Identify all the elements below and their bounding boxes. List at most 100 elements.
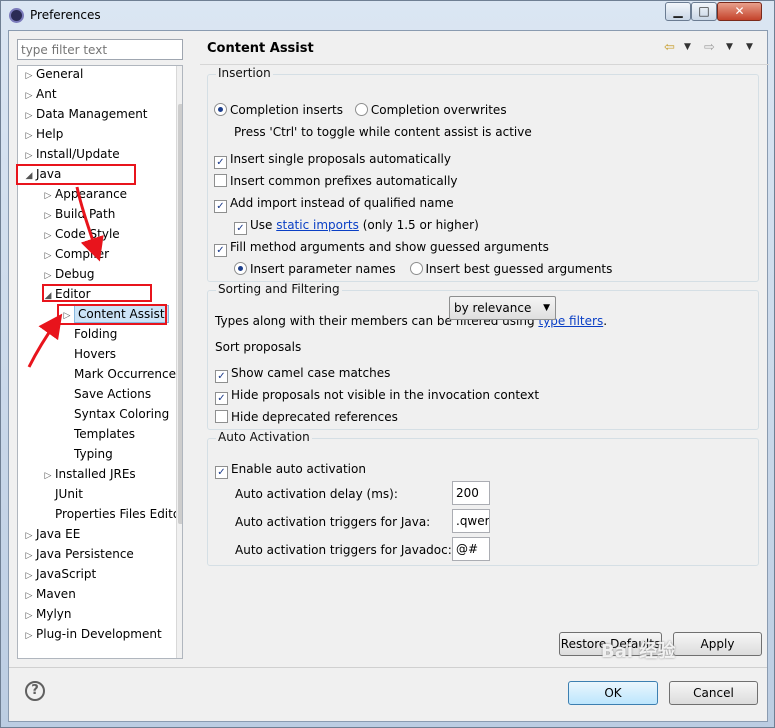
show-camel-box[interactable]: ✓ bbox=[215, 370, 228, 383]
hide-deprecated-box[interactable] bbox=[215, 410, 228, 423]
hide-deprecated-checkbox[interactable]: Hide deprecated references bbox=[215, 408, 398, 426]
tree-item-syntax-coloring[interactable]: Syntax Coloring bbox=[60, 404, 169, 424]
insert-best-guessed-radio[interactable]: Insert best guessed arguments bbox=[409, 262, 612, 276]
back-arrow-icon[interactable]: ⇦ bbox=[664, 40, 675, 55]
tree-item-javascript[interactable]: ▷ JavaScript bbox=[22, 564, 97, 586]
tree-item-typing[interactable]: Typing bbox=[60, 444, 113, 464]
collapsed-arrow-icon[interactable]: ▷ bbox=[22, 106, 36, 126]
tree-item-save-actions[interactable]: Save Actions bbox=[60, 384, 151, 404]
radio-overwrites-indicator[interactable] bbox=[354, 103, 368, 116]
tree-item-mark-occurrences[interactable]: Mark Occurrences bbox=[60, 364, 182, 384]
collapsed-arrow-icon[interactable]: ▷ bbox=[22, 606, 36, 626]
help-icon[interactable]: ? bbox=[25, 681, 45, 701]
cancel-button[interactable]: Cancel bbox=[669, 681, 758, 705]
enable-auto-box[interactable]: ✓ bbox=[215, 466, 228, 479]
collapsed-arrow-icon[interactable]: ▷ bbox=[41, 246, 55, 266]
collapsed-arrow-icon[interactable]: ▷ bbox=[22, 586, 36, 606]
tree-item-build-path[interactable]: ▷ Build Path bbox=[41, 204, 116, 226]
maximize-button[interactable]: □ bbox=[691, 2, 717, 21]
insert-common-box[interactable] bbox=[214, 174, 227, 187]
minimize-button[interactable]: ▁ bbox=[665, 2, 691, 21]
collapsed-arrow-icon[interactable]: ▷ bbox=[22, 566, 36, 586]
tree-item-general[interactable]: ▷ General bbox=[22, 66, 84, 86]
collapsed-arrow-icon[interactable]: ▷ bbox=[22, 146, 36, 166]
use-static-box[interactable]: ✓ bbox=[234, 222, 247, 235]
collapsed-arrow-icon[interactable]: ▷ bbox=[41, 206, 55, 226]
collapsed-arrow-icon[interactable]: ▷ bbox=[22, 86, 36, 106]
forward-menu-icon[interactable]: ▼ bbox=[726, 42, 733, 52]
tree-item-ant[interactable]: ▷ Ant bbox=[22, 84, 57, 104]
tree-item-java-persistence[interactable]: ▷ Java Persistence bbox=[22, 544, 134, 564]
javadoc-triggers-input[interactable]: @# bbox=[452, 537, 490, 561]
tree-item-hovers[interactable]: Hovers bbox=[60, 344, 116, 364]
collapsed-arrow-icon[interactable]: ▷ bbox=[22, 126, 36, 146]
apply-button[interactable]: Apply bbox=[673, 632, 762, 656]
show-camel-checkbox[interactable]: ✓ Show camel case matches bbox=[215, 364, 390, 383]
view-menu-icon[interactable]: ▼ bbox=[746, 42, 753, 52]
static-imports-link[interactable]: static imports bbox=[276, 218, 359, 232]
tree-item-junit[interactable]: JUnit bbox=[41, 484, 83, 504]
collapsed-arrow-icon[interactable]: ▷ bbox=[60, 306, 74, 326]
fill-method-box[interactable]: ✓ bbox=[214, 244, 227, 257]
back-menu-icon[interactable]: ▼ bbox=[684, 42, 691, 52]
tree-item-help[interactable]: ▷ Help bbox=[22, 124, 64, 146]
auto-delay-input[interactable]: 200 bbox=[452, 481, 490, 505]
use-static-prefix: Use bbox=[250, 218, 273, 232]
enable-auto-checkbox[interactable]: ✓ Enable auto activation bbox=[215, 460, 366, 479]
collapsed-arrow-icon[interactable]: ▷ bbox=[22, 66, 36, 86]
hide-not-visible-box[interactable]: ✓ bbox=[215, 392, 228, 405]
collapsed-arrow-icon[interactable]: ▷ bbox=[41, 466, 55, 486]
collapsed-arrow-icon[interactable]: ▷ bbox=[41, 266, 55, 286]
tree-item-mylyn[interactable]: ▷ Mylyn bbox=[22, 604, 72, 624]
collapsed-arrow-icon[interactable]: ▷ bbox=[41, 186, 55, 206]
collapsed-arrow-icon[interactable]: ▷ bbox=[22, 526, 36, 546]
sort-proposals-select[interactable]: by relevance ▼ bbox=[449, 296, 556, 320]
tree-item-maven[interactable]: ▷ Maven bbox=[22, 584, 76, 604]
tree-item-compiler[interactable]: ▷ Compiler bbox=[41, 244, 109, 264]
add-import-box[interactable]: ✓ bbox=[214, 200, 227, 213]
collapsed-arrow-icon[interactable]: ▷ bbox=[22, 626, 36, 646]
add-import-checkbox[interactable]: ✓ Add import instead of qualified name bbox=[214, 194, 454, 213]
title-bar[interactable]: Preferences ▁ □ ✕ bbox=[1, 1, 774, 29]
tree-item-templates[interactable]: Templates bbox=[60, 424, 135, 444]
collapsed-arrow-icon[interactable]: ▷ bbox=[41, 226, 55, 246]
use-static-checkbox[interactable]: ✓ Use static imports (only 1.5 or higher) bbox=[234, 216, 479, 235]
tree-item-java[interactable]: ◢ Java bbox=[22, 164, 62, 186]
tree-scroll-thumb[interactable] bbox=[178, 104, 182, 524]
completion-inserts-radio[interactable]: Completion inserts bbox=[214, 103, 343, 117]
tree-item-properties-files-editor[interactable]: Properties Files Editor bbox=[41, 504, 182, 524]
hide-not-visible-checkbox[interactable]: ✓ Hide proposals not visible in the invoc… bbox=[215, 386, 540, 405]
splitter-sash[interactable] bbox=[190, 31, 200, 671]
ok-button[interactable]: OK bbox=[568, 681, 658, 705]
insert-single-checkbox[interactable]: ✓ Insert single proposals automatically bbox=[214, 150, 451, 169]
expanded-arrow-icon[interactable]: ◢ bbox=[41, 286, 55, 306]
fill-method-checkbox[interactable]: ✓ Fill method arguments and show guessed … bbox=[214, 238, 549, 257]
hide-not-visible-label: Hide proposals not visible in the invoca… bbox=[231, 388, 540, 402]
close-button[interactable]: ✕ bbox=[717, 2, 762, 21]
radio-inserts-indicator[interactable] bbox=[214, 103, 227, 116]
insert-common-checkbox[interactable]: Insert common prefixes automatically bbox=[214, 172, 458, 190]
insert-single-box[interactable]: ✓ bbox=[214, 156, 227, 169]
tree-item-content-assist[interactable]: ▷ Content Assist bbox=[60, 304, 169, 324]
tree-item-code-style[interactable]: ▷ Code Style bbox=[41, 224, 120, 244]
radio-best-guessed-indicator[interactable] bbox=[409, 262, 423, 275]
tree-item-debug[interactable]: ▷ Debug bbox=[41, 264, 95, 286]
completion-overwrites-radio[interactable]: Completion overwrites bbox=[354, 103, 507, 117]
radio-param-names-indicator[interactable] bbox=[234, 262, 247, 275]
tree-item-editor[interactable]: ◢ Editor bbox=[41, 284, 91, 304]
tree-item-folding[interactable]: Folding bbox=[60, 324, 117, 344]
tree-scrollbar[interactable] bbox=[176, 66, 182, 658]
argument-mode-row: Insert parameter names Insert best guess… bbox=[234, 260, 612, 278]
tree-item-java-ee[interactable]: ▷ Java EE bbox=[22, 524, 81, 546]
expanded-arrow-icon[interactable]: ◢ bbox=[22, 166, 36, 186]
tree-item-plug-in-development[interactable]: ▷ Plug-in Development bbox=[22, 624, 162, 644]
tree-item-install-update[interactable]: ▷ Install/Update bbox=[22, 144, 120, 164]
tree-item-appearance[interactable]: ▷ Appearance bbox=[41, 184, 128, 206]
java-triggers-input[interactable]: .qwer bbox=[452, 509, 490, 533]
insert-param-names-radio[interactable]: Insert parameter names bbox=[234, 262, 396, 276]
tree-item-data-management[interactable]: ▷ Data Management bbox=[22, 104, 148, 124]
forward-arrow-icon[interactable]: ⇨ bbox=[704, 40, 715, 55]
filter-input[interactable] bbox=[17, 39, 183, 60]
tree-item-installed-jres[interactable]: ▷ Installed JREs bbox=[41, 464, 136, 484]
collapsed-arrow-icon[interactable]: ▷ bbox=[22, 546, 36, 566]
